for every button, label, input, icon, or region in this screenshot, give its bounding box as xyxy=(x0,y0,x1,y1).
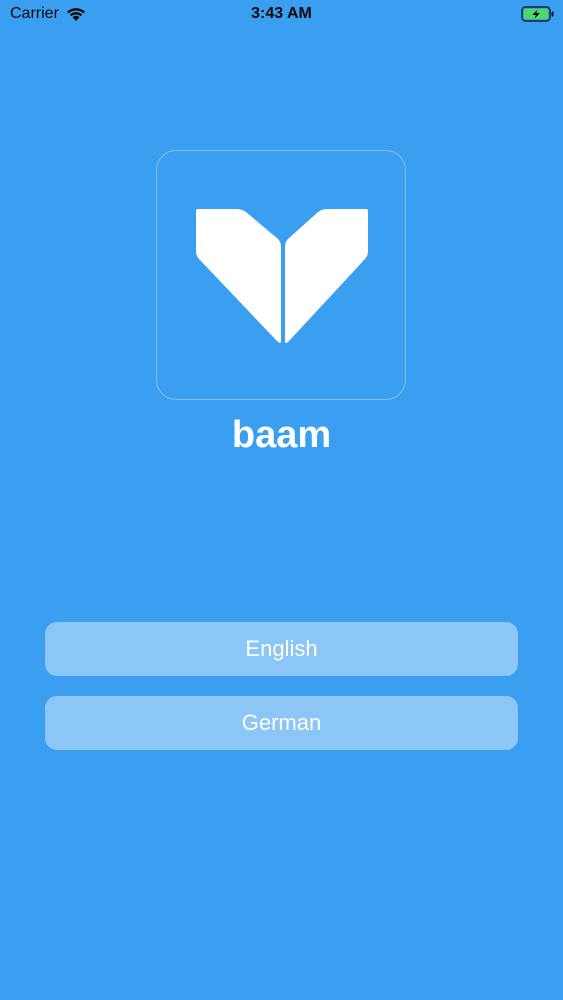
english-button[interactable]: English xyxy=(45,622,518,676)
status-bar: Carrier 3:43 AM xyxy=(0,0,563,30)
english-button-label: English xyxy=(245,636,318,661)
app-name: baam xyxy=(231,414,332,456)
heart-logo-icon xyxy=(196,209,368,343)
app-logo-frame xyxy=(156,150,406,400)
status-time: 3:43 AM xyxy=(251,5,312,22)
battery-charging-icon xyxy=(521,6,554,22)
german-button-label: German xyxy=(241,710,322,735)
german-button[interactable]: German xyxy=(45,696,518,750)
